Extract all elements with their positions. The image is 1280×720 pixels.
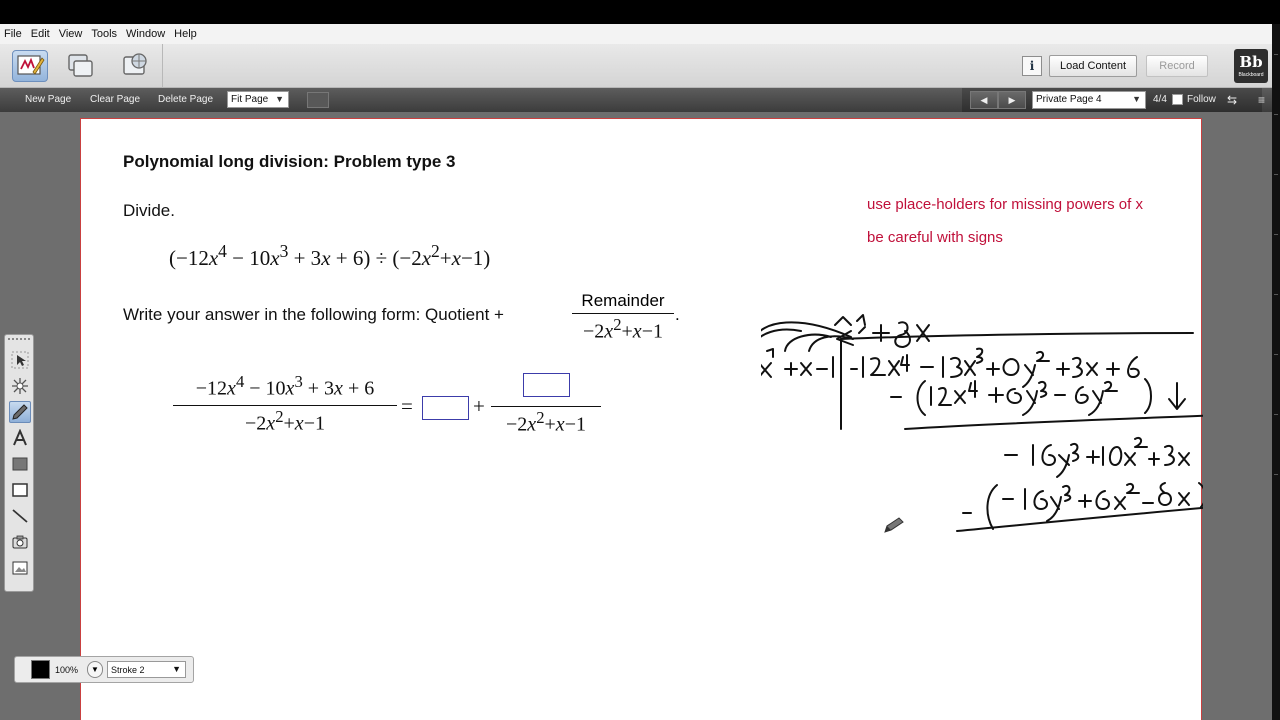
menu-tools[interactable]: Tools xyxy=(91,28,117,40)
whiteboard-mode-button[interactable] xyxy=(12,50,48,82)
divide-label: Divide. xyxy=(123,201,175,220)
zoom-select-value: Fit Page xyxy=(231,94,269,105)
laser-pointer-tool[interactable] xyxy=(9,375,31,397)
collaborate-window: File Edit View Tools Window Help i Load … xyxy=(0,0,1280,720)
plus-sign: + xyxy=(473,394,485,418)
chevron-down-icon: ▼ xyxy=(91,665,99,674)
menu-file[interactable]: File xyxy=(4,28,22,40)
tool-properties-bar: 100% ▼ Stroke 2 ▼ xyxy=(14,656,194,683)
sparkle-pointer-icon xyxy=(12,378,28,394)
screen-top-bar xyxy=(0,0,1280,24)
text-tool[interactable] xyxy=(9,427,31,449)
record-button[interactable]: Record xyxy=(1146,55,1208,77)
whiteboard-icon xyxy=(17,55,45,75)
select-tool[interactable] xyxy=(9,349,31,371)
filled-rectangle-icon xyxy=(12,457,28,471)
toolbar-divider xyxy=(162,44,163,88)
pencil-tool[interactable] xyxy=(9,401,31,423)
menu-bar: File Edit View Tools Window Help xyxy=(0,24,1272,44)
chevron-down-icon: ▼ xyxy=(1132,94,1141,104)
rectangle-outline-icon xyxy=(12,483,28,497)
right-edge-strip xyxy=(1272,24,1280,720)
remainder-input[interactable] xyxy=(522,373,570,397)
equals-sign: = xyxy=(401,394,413,418)
instruction-denominator: −2x2+x−1 xyxy=(583,315,663,343)
logo-subtext: Blackboard xyxy=(1238,72,1264,78)
drawing-tools-panel xyxy=(4,334,34,592)
pencil-icon xyxy=(12,404,28,420)
zoom-select[interactable]: Fit Page ▼ xyxy=(227,91,289,108)
dividend-denominator: −2x2+x−1 xyxy=(245,406,325,435)
pencil-cursor-icon xyxy=(884,517,904,533)
opacity-dropdown[interactable]: ▼ xyxy=(87,661,103,678)
menu-edit[interactable]: Edit xyxy=(31,28,50,40)
text-a-icon xyxy=(13,429,27,446)
whiteboard-page[interactable]: Polynomial long division: Problem type 3… xyxy=(80,118,1203,720)
remainder-denominator: −2x2+x−1 xyxy=(506,408,586,436)
image-icon xyxy=(12,561,28,575)
page-controls-bar: New Page Clear Page Delete Page Fit Page… xyxy=(0,88,1272,112)
dividend-fraction: −12x4 − 10x3 + 3x + 6 −2x2+x−1 xyxy=(173,372,397,435)
remainder-word: Remainder xyxy=(572,291,674,314)
whiteboard-stage: Polynomial long division: Problem type 3… xyxy=(0,112,1272,720)
image-tool[interactable] xyxy=(9,557,31,579)
follow-checkbox[interactable] xyxy=(1172,94,1183,105)
web-tour-icon xyxy=(123,53,147,75)
rectangle-tool[interactable] xyxy=(9,479,31,501)
follow-label: Follow xyxy=(1187,94,1216,105)
logo-text: Bb xyxy=(1239,53,1263,71)
chevron-down-icon: ▼ xyxy=(275,94,284,104)
chevron-down-icon: ▼ xyxy=(172,664,181,674)
ink-color-swatch[interactable] xyxy=(31,660,50,679)
stroke-select[interactable]: Stroke 2 ▼ xyxy=(107,661,186,678)
line-icon xyxy=(12,509,28,523)
screenshot-tool[interactable] xyxy=(9,531,31,553)
division-expression: (−12x4 − 10x3 + 3x + 6) ÷ (−2x2+x−1) xyxy=(169,241,491,270)
answer-form-instruction: Write your answer in the following form:… xyxy=(123,305,504,324)
clear-page-button[interactable]: Clear Page xyxy=(90,94,140,105)
menu-lines-icon[interactable]: ≡ xyxy=(1258,93,1265,107)
swap-arrows-icon[interactable]: ⇆ xyxy=(1227,93,1237,107)
load-content-button[interactable]: Load Content xyxy=(1049,55,1137,77)
application-share-button[interactable] xyxy=(62,50,98,82)
delete-page-button[interactable]: Delete Page xyxy=(158,94,213,105)
application-share-icon xyxy=(68,54,93,77)
line-tool[interactable] xyxy=(9,505,31,527)
annotation-placeholders: use place-holders for missing powers of … xyxy=(867,196,1143,213)
blackboard-logo: Bb Blackboard xyxy=(1234,49,1268,83)
quotient-input[interactable] xyxy=(422,396,469,420)
remainder-fraction: −2x2+x−1 xyxy=(491,373,601,437)
panel-grip[interactable] xyxy=(8,338,30,345)
problem-title: Polynomial long division: Problem type 3 xyxy=(123,152,456,171)
dividend-numerator: −12x4 − 10x3 + 3x + 6 xyxy=(173,372,397,406)
remainder-numerator xyxy=(491,373,601,407)
info-button[interactable]: i xyxy=(1022,56,1042,76)
page-count: 4/4 xyxy=(1153,94,1167,105)
page-select-value: Private Page 4 xyxy=(1036,94,1102,105)
menu-view[interactable]: View xyxy=(59,28,83,40)
annotation-signs: be careful with signs xyxy=(867,229,1003,246)
instruction-fraction: Remainder −2x2+x−1 xyxy=(572,291,674,344)
menu-window[interactable]: Window xyxy=(126,28,165,40)
previous-page-button[interactable]: ◀ xyxy=(970,91,998,109)
menu-help[interactable]: Help xyxy=(174,28,197,40)
instruction-period: . xyxy=(675,305,680,324)
filled-rectangle-tool[interactable] xyxy=(9,453,31,475)
handwritten-long-division xyxy=(761,314,1203,532)
page-select[interactable]: Private Page 4 ▼ xyxy=(1032,91,1146,109)
arrow-pointer-icon xyxy=(11,351,29,369)
web-tour-button[interactable] xyxy=(117,50,153,82)
page-options-icon[interactable] xyxy=(307,92,329,108)
new-page-button[interactable]: New Page xyxy=(25,94,71,105)
stroke-select-value: Stroke 2 xyxy=(111,665,145,675)
opacity-value: 100% xyxy=(55,665,79,675)
next-page-button[interactable]: ▶ xyxy=(998,91,1026,109)
camera-icon xyxy=(12,535,28,549)
